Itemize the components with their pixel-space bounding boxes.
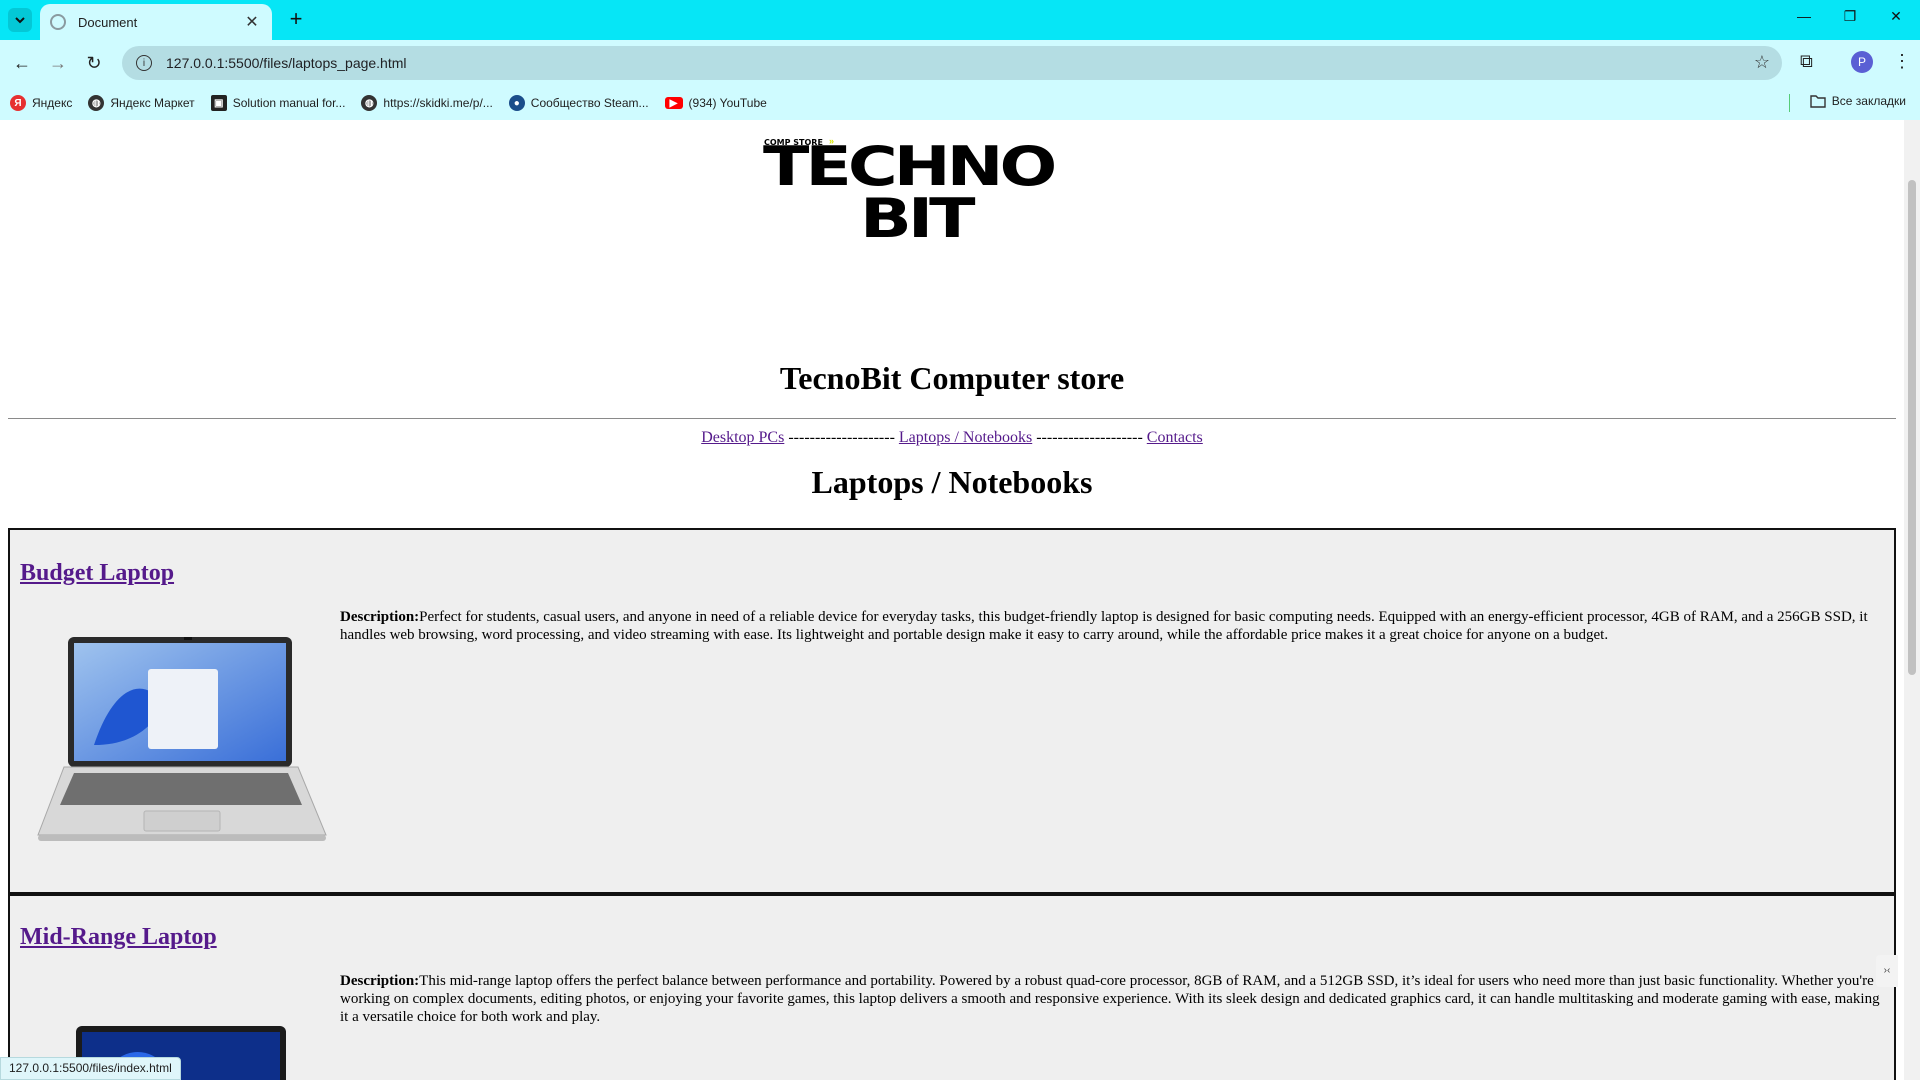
all-bookmarks-button[interactable]: Все закладки [1810, 94, 1906, 108]
product-name-link[interactable]: Mid-Range Laptop [20, 924, 217, 951]
browser-chrome: Document ✕ + — ❐ ✕ ← → ↻ i 127.0.0.1:550… [0, 0, 1920, 120]
description-label: Description: [340, 973, 420, 989]
bookmark-label: (934) YouTube [688, 96, 767, 110]
page-viewport: COMP STORE » TECHNO BIT TecnoBit Compute… [0, 120, 1904, 1080]
profile-avatar[interactable]: P [1851, 51, 1873, 73]
toolbar: ← → ↻ i 127.0.0.1:5500/files/laptops_pag… [0, 40, 1920, 86]
bookmark-yandex[interactable]: Я Яндекс [10, 95, 72, 111]
site-nav: Desktop PCs -------------------- Laptops… [0, 429, 1904, 447]
bookmark-label: Solution manual for... [232, 96, 346, 110]
product-description: Description:This mid-range laptop offers… [340, 972, 1884, 1026]
yandex-icon: Я [10, 95, 26, 111]
globe-icon [50, 14, 66, 30]
divider [8, 418, 1896, 419]
techno-bit-logo: COMP STORE » TECHNO BIT [763, 136, 1153, 258]
description-text: This mid-range laptop offers the perfect… [340, 973, 1880, 1025]
forward-icon[interactable]: → [46, 52, 70, 74]
close-window-icon[interactable]: ✕ [1876, 8, 1916, 25]
tab-bar: Document ✕ + — ❐ ✕ [0, 0, 1920, 40]
product-card-midrange: Mid-Range Laptop Description:This mid-ra… [8, 894, 1896, 1080]
url-text[interactable]: 127.0.0.1:5500/files/laptops_page.html [166, 55, 407, 71]
reload-icon[interactable]: ↻ [82, 52, 106, 74]
bookmarks-separator [1789, 94, 1790, 112]
minimize-icon[interactable]: — [1784, 8, 1824, 24]
site-info-icon[interactable]: i [136, 55, 152, 71]
back-icon[interactable]: ← [10, 52, 34, 74]
description-text: Perfect for students, casual users, and … [340, 609, 1868, 643]
tab-title: Document [78, 14, 138, 30]
address-bar[interactable]: i 127.0.0.1:5500/files/laptops_page.html… [122, 46, 1782, 80]
bookmark-steam[interactable]: ● Сообщество Steam... [508, 95, 649, 111]
close-icon[interactable]: ✕ [242, 12, 262, 32]
status-bar-url: 127.0.0.1:5500/files/index.html [0, 1057, 181, 1080]
all-bookmarks-label: Все закладки [1831, 94, 1906, 108]
bookmark-label: Яндекс Маркет [110, 96, 195, 110]
nav-separator: -------------------- [1036, 429, 1143, 446]
bookmark-skidki[interactable]: ◍ https://skidki.me/p/... [361, 95, 493, 111]
product-card-budget: Budget Laptop Description:Perfect for st… [8, 528, 1896, 894]
bookmark-yandex-market[interactable]: ◍ Яндекс Маркет [88, 95, 195, 111]
nav-separator: -------------------- [788, 429, 895, 446]
bookmark-youtube[interactable]: ▶ (934) YouTube [664, 96, 767, 110]
bookmark-star-icon[interactable]: ☆ [1754, 52, 1770, 73]
site-icon: ▣ [210, 95, 227, 111]
budget-laptop-image [37, 637, 327, 841]
section-title: Laptops / Notebooks [811, 464, 1093, 500]
scrollbar-thumb[interactable] [1908, 180, 1916, 675]
youtube-icon: ▶ [664, 97, 683, 109]
bookmarks-bar: Я Яндекс ◍ Яндекс Маркет ▣ Solution manu… [0, 86, 1920, 120]
bookmark-label: https://skidki.me/p/... [383, 96, 493, 110]
description-label: Description: [340, 609, 420, 625]
chevron-down-icon [15, 17, 25, 24]
product-description: Description:Perfect for students, casual… [340, 608, 1884, 644]
product-name-link[interactable]: Budget Laptop [20, 560, 174, 587]
tab-search-button[interactable] [8, 8, 32, 32]
page-scrollbar[interactable] [1904, 120, 1920, 1080]
page-title: TecnoBit Computer store [779, 360, 1125, 396]
nav-desktop-pcs[interactable]: Desktop PCs [701, 429, 784, 446]
steam-icon: ● [508, 95, 525, 111]
restore-icon[interactable]: ❐ [1830, 8, 1870, 25]
menu-icon[interactable]: ⋮ [1893, 51, 1911, 72]
logo-line2: BIT [860, 187, 975, 251]
tab-document[interactable]: Document ✕ [40, 4, 272, 40]
globe-icon: ◍ [88, 95, 105, 111]
extensions-icon[interactable]: ⧉ [1800, 51, 1813, 72]
folder-icon [1810, 95, 1826, 108]
bookmark-label: Сообщество Steam... [530, 96, 649, 110]
bookmark-solution-manual[interactable]: ▣ Solution manual for... [210, 95, 346, 111]
new-tab-button[interactable]: + [282, 6, 310, 32]
globe-icon: ◍ [361, 95, 378, 111]
side-widget-button[interactable]: ›‹ [1876, 955, 1898, 987]
nav-laptops[interactable]: Laptops / Notebooks [899, 429, 1032, 446]
nav-contacts[interactable]: Contacts [1147, 429, 1203, 446]
bookmark-label: Яндекс [32, 96, 73, 110]
